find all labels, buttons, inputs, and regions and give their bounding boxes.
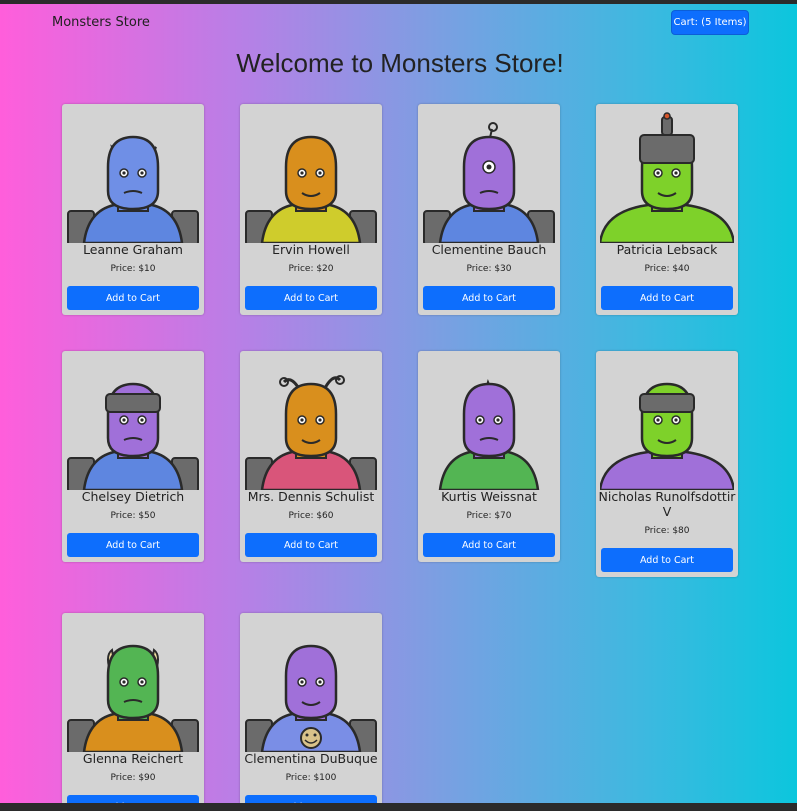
product-card: Patricia Lebsack Price: $40 Add to Cart (596, 104, 738, 315)
monster-price: Price: $90 (110, 773, 156, 783)
monster-name: Kurtis Weissnat (441, 489, 537, 504)
monster-name: Clementine Bauch (431, 242, 547, 257)
product-card: Nicholas Runolfsdottir V Price: $80 Add … (596, 351, 738, 577)
monster-name: Mrs. Dennis Schulist (247, 489, 375, 504)
add-to-cart-button[interactable]: Add to Cart (245, 533, 377, 557)
monster-image (66, 107, 200, 243)
monster-name: Nicholas Runolfsdottir V (598, 489, 736, 519)
monster-image (66, 616, 200, 752)
add-to-cart-button[interactable]: Add to Cart (67, 533, 199, 557)
monster-image (600, 107, 734, 243)
add-to-cart-button[interactable]: Add to Cart (601, 548, 733, 572)
monster-name: Patricia Lebsack (616, 242, 718, 257)
add-to-cart-button[interactable]: Add to Cart (423, 533, 555, 557)
monster-price: Price: $50 (110, 511, 156, 521)
monster-price: Price: $100 (285, 773, 337, 783)
monster-image (244, 107, 378, 243)
product-card: Chelsey Dietrich Price: $50 Add to Cart (62, 351, 204, 562)
product-card: Glenna Reichert Price: $90 Add to Cart (62, 613, 204, 803)
product-card: Mrs. Dennis Schulist Price: $60 Add to C… (240, 351, 382, 562)
monster-image (422, 107, 556, 243)
monster-price: Price: $80 (644, 526, 690, 536)
product-card: Ervin Howell Price: $20 Add to Cart (240, 104, 382, 315)
monster-image (600, 354, 734, 490)
product-card: Clementina DuBuque Price: $100 Add to Ca… (240, 613, 382, 803)
product-card: Kurtis Weissnat Price: $70 Add to Cart (418, 351, 560, 562)
monster-image (422, 354, 556, 490)
add-to-cart-button[interactable]: Add to Cart (245, 286, 377, 310)
product-card: Leanne Graham Price: $10 Add to Cart (62, 104, 204, 315)
store-page: Monsters Store Cart: (5 Items) Welcome t… (0, 4, 797, 803)
monster-image (66, 354, 200, 490)
page-title: Welcome to Monsters Store! (236, 48, 564, 78)
monster-name: Clementina DuBuque (244, 751, 378, 766)
monster-name: Ervin Howell (272, 242, 350, 257)
monster-name: Chelsey Dietrich (81, 489, 185, 504)
monster-name: Leanne Graham (83, 242, 183, 257)
monster-price: Price: $20 (288, 264, 334, 274)
monster-price: Price: $60 (288, 511, 334, 521)
monster-image (244, 616, 378, 752)
monster-name: Glenna Reichert (82, 751, 184, 766)
navbar-brand[interactable]: Monsters Store (52, 15, 150, 30)
monster-price: Price: $10 (110, 264, 156, 274)
product-card: Clementine Bauch Price: $30 Add to Cart (418, 104, 560, 315)
add-to-cart-button[interactable]: Add to Cart (245, 795, 377, 803)
add-to-cart-button[interactable]: Add to Cart (601, 286, 733, 310)
add-to-cart-button[interactable]: Add to Cart (67, 286, 199, 310)
monster-image (244, 354, 378, 490)
monster-price: Price: $40 (644, 264, 690, 274)
monster-price: Price: $30 (466, 264, 512, 274)
add-to-cart-button[interactable]: Add to Cart (423, 286, 555, 310)
monster-price: Price: $70 (466, 511, 512, 521)
add-to-cart-button[interactable]: Add to Cart (67, 795, 199, 803)
cart-button[interactable]: Cart: (5 Items) (671, 10, 749, 35)
